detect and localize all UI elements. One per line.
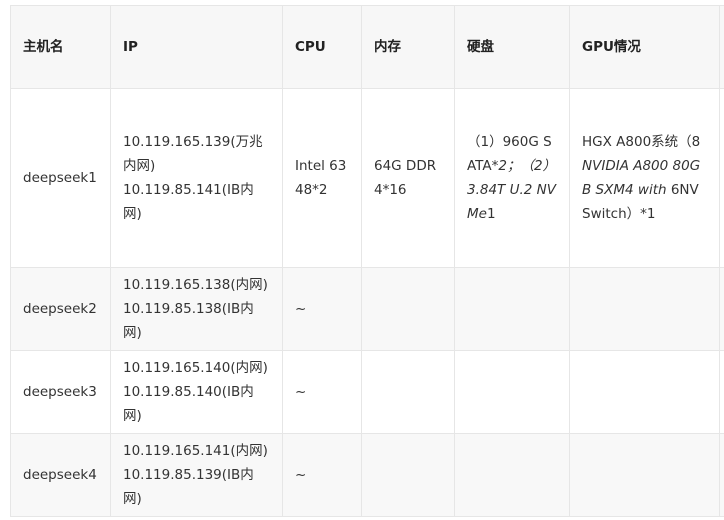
ip-ib: 10.119.85.141(IB内网) (123, 182, 254, 222)
cell-overflow (719, 350, 724, 434)
disk-text-part-3: 1 (486, 206, 496, 222)
ip-ib: 10.119.85.138(IB内网) (123, 301, 254, 341)
header-disk: 硬盘 (454, 5, 570, 89)
table-header-row: 主机名 IP CPU 内存 硬盘 GPU情况 (10, 5, 724, 89)
cell-hostname: deepseek2 (10, 267, 111, 351)
cell-ip: 10.119.165.139(万兆内网) 10.119.85.141(IB内网) (110, 88, 283, 268)
header-cpu: CPU (282, 5, 362, 89)
server-table: 主机名 IP CPU 内存 硬盘 GPU情况 deepseek1 10.119.… (10, 5, 724, 517)
cell-gpu (569, 433, 720, 517)
ip-primary: 10.119.165.141(内网) (123, 443, 268, 459)
cell-ip: 10.119.165.141(内网) 10.119.85.139(IB内网) (110, 433, 283, 517)
cell-gpu (569, 350, 720, 434)
cell-disk: （1）960G SATA*2；（2）3.84T U.2 NVMe1 (454, 88, 570, 268)
cell-overflow (719, 88, 724, 268)
header-memory: 内存 (361, 5, 455, 89)
table-row: deepseek2 10.119.165.138(内网) 10.119.85.1… (10, 267, 724, 351)
cell-gpu (569, 267, 720, 351)
header-gpu: GPU情况 (569, 5, 720, 89)
cell-disk (454, 267, 570, 351)
cell-disk (454, 433, 570, 517)
ip-ib: 10.119.85.140(IB内网) (123, 384, 254, 424)
table-row: deepseek3 10.119.165.140(内网) 10.119.85.1… (10, 350, 724, 434)
ip-primary: 10.119.165.140(内网) (123, 360, 268, 376)
table-row: deepseek4 10.119.165.141(内网) 10.119.85.1… (10, 433, 724, 517)
table-row: deepseek1 10.119.165.139(万兆内网) 10.119.85… (10, 88, 724, 268)
gpu-text-part-1: HGX A800系统（8 (582, 134, 701, 150)
cell-ip: 10.119.165.140(内网) 10.119.85.140(IB内网) (110, 350, 283, 434)
cell-hostname: deepseek4 (10, 433, 111, 517)
cell-hostname: deepseek1 (10, 88, 111, 268)
cell-memory (361, 350, 455, 434)
cell-gpu: HGX A800系统（8NVIDIA A800 80GB SXM4 with 6… (569, 88, 720, 268)
cell-cpu: ~ (282, 267, 362, 351)
header-ip: IP (110, 5, 283, 89)
cell-cpu: ~ (282, 350, 362, 434)
header-hostname: 主机名 (10, 5, 111, 89)
cell-cpu: ~ (282, 433, 362, 517)
cell-hostname: deepseek3 (10, 350, 111, 434)
cell-cpu: Intel 6348*2 (282, 88, 362, 268)
header-overflow-column (719, 5, 724, 89)
cell-memory: 64G DDR4*16 (361, 88, 455, 268)
server-table-container: 主机名 IP CPU 内存 硬盘 GPU情况 deepseek1 10.119.… (10, 5, 724, 520)
cell-overflow (719, 267, 724, 351)
cell-memory (361, 433, 455, 517)
ip-primary: 10.119.165.139(万兆内网) (123, 134, 263, 174)
cell-ip: 10.119.165.138(内网) 10.119.85.138(IB内网) (110, 267, 283, 351)
cell-memory (361, 267, 455, 351)
cell-overflow (719, 433, 724, 517)
ip-ib: 10.119.85.139(IB内网) (123, 467, 254, 507)
cell-disk (454, 350, 570, 434)
ip-primary: 10.119.165.138(内网) (123, 277, 268, 293)
